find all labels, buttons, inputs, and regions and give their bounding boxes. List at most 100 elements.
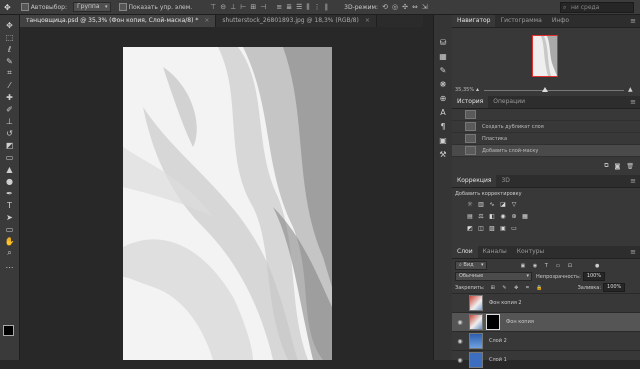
align-center-icon[interactable]: ⊞ — [250, 3, 256, 11]
3d-roll-icon[interactable]: ◎ — [392, 3, 398, 11]
canvas-area[interactable] — [20, 27, 423, 360]
hue-saturation-icon[interactable]: ▤ — [466, 213, 474, 221]
type-tool-icon[interactable]: T — [0, 199, 19, 211]
eyedropper-tool-icon[interactable]: ⁄ — [0, 79, 19, 91]
layer-row-selected[interactable]: ◉ Фон копия — [452, 312, 640, 331]
history-icon[interactable]: ⛁ — [434, 35, 452, 49]
document-image[interactable] — [123, 47, 332, 360]
3d-pan-icon[interactable]: ✣ — [402, 3, 408, 11]
properties-icon[interactable]: ▦ — [434, 49, 452, 63]
tab-layers[interactable]: Слои — [452, 246, 478, 258]
close-icon[interactable]: × — [365, 15, 370, 27]
tab-corrections[interactable]: Коррекция — [452, 175, 497, 187]
color-balance-icon[interactable]: ⚖ — [477, 213, 485, 221]
panel-menu-icon[interactable]: ≡ — [630, 246, 636, 258]
zoom-slider[interactable] — [484, 87, 624, 92]
levels-icon[interactable]: ▥ — [477, 201, 485, 209]
history-item[interactable]: Пластика — [452, 133, 640, 145]
foreground-color[interactable] — [3, 325, 14, 336]
zoom-in-icon[interactable]: ▲ — [628, 86, 633, 93]
zoom-out-icon[interactable]: ▴ — [476, 86, 479, 93]
autoselect-checkbox[interactable]: Автовыбор: — [20, 3, 67, 11]
align-right-icon[interactable]: ⊣ — [260, 3, 266, 11]
dodge-tool-icon[interactable]: ● — [0, 175, 19, 187]
hand-tool-icon[interactable]: ✋ — [0, 235, 19, 247]
layer-row[interactable]: ◉ Слой 2 — [452, 331, 640, 350]
brush-icon[interactable]: ✎ — [434, 63, 452, 77]
shape-tool-icon[interactable]: ▭ — [0, 223, 19, 235]
snapshot-icon[interactable]: ◙ — [615, 163, 621, 170]
filter-toggle-icon[interactable]: ● — [595, 263, 599, 269]
tab-channels[interactable]: Каналы — [478, 246, 512, 258]
move-tool-icon[interactable]: ✥ — [4, 3, 11, 12]
tab-actions[interactable]: Операции — [488, 96, 530, 108]
brush-presets-icon[interactable]: ❋ — [434, 77, 452, 91]
glyphs-icon[interactable]: ▣ — [434, 133, 452, 147]
selective-color-icon[interactable]: ▣ — [499, 225, 507, 233]
clone-source-icon[interactable]: ⊕ — [434, 91, 452, 105]
align-left-icon[interactable]: ⊢ — [240, 3, 246, 11]
blur-tool-icon[interactable]: ▲ — [0, 163, 19, 175]
black-white-icon[interactable]: ◧ — [488, 213, 496, 221]
invert-icon[interactable]: ◩ — [466, 225, 474, 233]
distribute-icon[interactable]: ☰ — [296, 3, 302, 11]
panel-menu-icon[interactable]: ≡ — [630, 15, 636, 27]
filter-icons[interactable]: ▣ ◉ T ▭ ⊡ — [521, 263, 575, 269]
align-icons[interactable]: ⊤ ⊝ ⊥ ⊢ ⊞ ⊣ ≡ ≣ ☰ ⫼ ⋮ ∥ — [206, 3, 328, 12]
distribute-icon[interactable]: ≣ — [286, 3, 292, 11]
clone-stamp-icon[interactable]: ⊥ — [0, 115, 19, 127]
quick-select-tool-icon[interactable]: ✎ — [0, 55, 19, 67]
distribute-icon[interactable]: ∥ — [325, 3, 329, 11]
distribute-icon[interactable]: ⫼ — [306, 3, 309, 12]
new-document-from-state-icon[interactable]: ⧉ — [604, 162, 608, 170]
more-tools-icon[interactable]: … — [0, 259, 19, 271]
zoom-value[interactable]: 35,35% — [455, 87, 474, 93]
eraser-tool-icon[interactable]: ◩ — [0, 139, 19, 151]
zoom-tool-icon[interactable]: ⌕ — [0, 247, 19, 259]
crop-tool-icon[interactable]: ⌗ — [0, 67, 19, 79]
autoselect-dropdown[interactable]: Группа — [72, 2, 111, 12]
align-top-icon[interactable]: ⊤ — [210, 3, 216, 11]
color-lookup-icon[interactable]: ▦ — [521, 213, 529, 221]
vibrance-icon[interactable]: ▽ — [510, 201, 518, 209]
tab-paths[interactable]: Контуры — [512, 246, 549, 258]
tab-info[interactable]: Инфо — [547, 15, 574, 27]
tab-3d[interactable]: 3D — [496, 175, 514, 187]
layer-kind-filter[interactable]: ⌕ Вид — [455, 261, 487, 270]
gradient-map-icon[interactable]: ▭ — [510, 225, 518, 233]
visibility-icon[interactable]: ◉ — [455, 338, 465, 345]
zoom-slider-knob[interactable] — [542, 87, 548, 92]
brightness-icon[interactable]: ☼ — [466, 201, 474, 209]
paragraph-icon[interactable]: ¶ — [434, 119, 452, 133]
gradient-tool-icon[interactable]: ▭ — [0, 151, 19, 163]
panel-menu-icon[interactable]: ≡ — [630, 96, 636, 108]
curves-icon[interactable]: ∿ — [488, 201, 496, 209]
tab-document-2[interactable]: shutterstock_26801893.jpg @ 18,3% (RGB/8… — [216, 15, 377, 27]
navigator-thumbnail[interactable] — [532, 35, 558, 77]
close-icon[interactable]: × — [204, 15, 209, 27]
panel-menu-icon[interactable]: ≡ — [630, 175, 636, 187]
distribute-icon[interactable]: ≡ — [276, 3, 282, 11]
trash-icon[interactable]: 🗑 — [626, 163, 634, 170]
visibility-icon[interactable]: ◉ — [455, 319, 465, 326]
channel-mixer-icon[interactable]: ⊛ — [510, 213, 518, 221]
brush-tool-icon[interactable]: ✐ — [0, 103, 19, 115]
color-swatches[interactable] — [3, 325, 19, 341]
lock-icons[interactable]: ⊞ ✎ ✥ ⌗ 🔒 — [491, 285, 546, 291]
tab-document-1[interactable]: танцовщица.psd @ 35,3% (Фон копия, Слой-… — [20, 15, 217, 27]
history-item-selected[interactable]: Добавить слой-маску — [452, 145, 640, 157]
align-bottom-icon[interactable]: ⊥ — [230, 3, 236, 11]
pen-tool-icon[interactable]: ✒ — [0, 187, 19, 199]
tab-histogram[interactable]: Гистограмма — [495, 15, 546, 27]
marquee-tool-icon[interactable]: ⬚ — [0, 31, 19, 43]
show-controls-checkbox[interactable]: Показать упр. элем. — [118, 3, 192, 11]
layer-row[interactable]: Фон копия 2 — [452, 293, 640, 312]
fill-field[interactable]: 100% — [603, 283, 626, 292]
photo-filter-icon[interactable]: ◉ — [499, 213, 507, 221]
posterize-icon[interactable]: ◫ — [477, 225, 485, 233]
visibility-icon[interactable]: ◉ — [455, 357, 465, 364]
character-icon[interactable]: A — [434, 105, 452, 119]
3d-scale-icon[interactable]: ⇲ — [422, 3, 428, 11]
blend-mode-dropdown[interactable]: Обычные — [455, 272, 532, 281]
path-select-icon[interactable]: ➤ — [0, 211, 19, 223]
